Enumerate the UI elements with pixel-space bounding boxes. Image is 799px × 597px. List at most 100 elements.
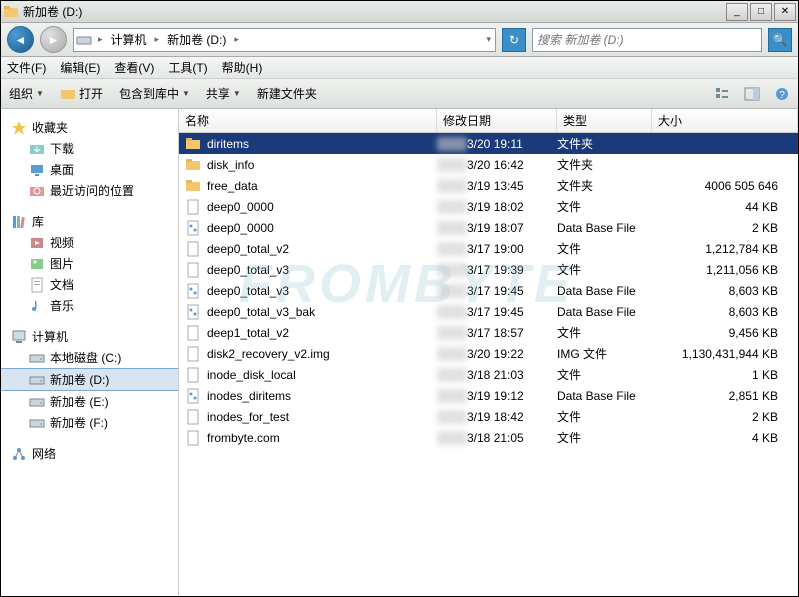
file-row[interactable]: free_data3/19 13:45文件夹4006 505 646 — [179, 175, 798, 196]
video-icon — [29, 235, 45, 251]
file-row[interactable]: deep0_00003/19 18:07Data Base File2 KB — [179, 217, 798, 238]
sidebar-item-lib-1[interactable]: 图片 — [1, 253, 178, 274]
file-size: 4 KB — [652, 431, 798, 445]
sidebar-computer[interactable]: 计算机 — [1, 326, 178, 347]
date-blur — [437, 242, 467, 256]
preview-pane-icon[interactable] — [744, 86, 760, 102]
search-box[interactable] — [532, 28, 762, 52]
file-type: Data Base File — [557, 389, 652, 403]
address-bar[interactable]: ▸ 计算机 ▸ 新加卷 (D:) ▸ ▾ — [73, 28, 496, 52]
minimize-button[interactable]: _ — [726, 3, 748, 21]
library-icon — [11, 214, 27, 230]
file-row[interactable]: inodes_diritems 3/19 19:12Data Base File2… — [179, 385, 798, 406]
share-button[interactable]: 共享▼ — [206, 85, 241, 102]
sidebar-item-comp-3[interactable]: 新加卷 (F:) — [1, 412, 178, 433]
file-row[interactable]: inodes_for_test3/19 18:42文件2 KB — [179, 406, 798, 427]
menu-help[interactable]: 帮助(H) — [222, 59, 263, 76]
search-button[interactable]: 🔍 — [768, 28, 792, 52]
sidebar-library[interactable]: 库 — [1, 211, 178, 232]
sidebar-item-lib-3[interactable]: 音乐 — [1, 295, 178, 316]
file-type: IMG 文件 — [557, 345, 652, 362]
menu-tools[interactable]: 工具(T) — [168, 59, 207, 76]
file-size: 1,212,784 KB — [652, 242, 798, 256]
date-blur — [437, 305, 467, 319]
col-size[interactable]: 大小 — [652, 109, 798, 132]
help-icon[interactable]: ? — [774, 86, 790, 102]
date-blur — [437, 200, 467, 214]
sidebar-item-comp-2[interactable]: 新加卷 (E:) — [1, 391, 178, 412]
organize-button[interactable]: 组织▼ — [9, 85, 44, 102]
file-row[interactable]: deep1_total_v23/17 18:57文件9,456 KB — [179, 322, 798, 343]
db-icon — [185, 304, 201, 320]
folder-icon — [185, 178, 201, 194]
drive-icon — [29, 372, 45, 388]
file-name: deep0_total_v3 — [207, 284, 437, 298]
date-blur — [437, 137, 467, 151]
sidebar-item-lib-2[interactable]: 文档 — [1, 274, 178, 295]
close-button[interactable]: ✕ — [774, 3, 796, 21]
menu-file[interactable]: 文件(F) — [7, 59, 46, 76]
file-row[interactable]: deep0_total_v33/17 19:45Data Base File8,… — [179, 280, 798, 301]
date-blur — [437, 389, 467, 403]
file-row[interactable]: frombyte.com3/18 21:05文件4 KB — [179, 427, 798, 448]
sidebar-item-fav-0[interactable]: 下载 — [1, 138, 178, 159]
picture-icon — [29, 256, 45, 272]
file-date: 3/17 19:39 — [467, 263, 557, 277]
breadcrumb-drive[interactable]: 新加卷 (D:) — [165, 31, 228, 48]
file-area: 名称 修改日期 类型 大小 FROMBYTE diritems3/20 19:1… — [179, 109, 798, 596]
file-row[interactable]: diritems3/20 19:11文件夹 — [179, 133, 798, 154]
column-header: 名称 修改日期 类型 大小 — [179, 109, 798, 133]
col-type[interactable]: 类型 — [557, 109, 652, 132]
address-dropdown[interactable]: ▾ — [484, 34, 493, 45]
menu-view[interactable]: 查看(V) — [114, 59, 154, 76]
col-date[interactable]: 修改日期 — [437, 109, 557, 132]
drive-icon — [29, 350, 45, 366]
file-size: 2,851 KB — [652, 389, 798, 403]
sidebar-item-label: 音乐 — [50, 297, 74, 314]
folder-icon — [185, 136, 201, 152]
sidebar-item-comp-1[interactable]: 新加卷 (D:) — [1, 368, 178, 391]
file-icon — [185, 430, 201, 446]
sidebar-favorites[interactable]: 收藏夹 — [1, 117, 178, 138]
view-options-icon[interactable] — [714, 86, 730, 102]
file-date: 3/20 19:11 — [467, 137, 557, 151]
maximize-button[interactable]: □ — [750, 3, 772, 21]
file-size: 1,130,431,944 KB — [652, 347, 798, 361]
sidebar-item-fav-1[interactable]: 桌面 — [1, 159, 178, 180]
file-name: inodes_diritems — [207, 389, 437, 403]
file-size: 8,603 KB — [652, 284, 798, 298]
menu-bar: 文件(F) 编辑(E) 查看(V) 工具(T) 帮助(H) — [1, 57, 798, 79]
sidebar-item-fav-2[interactable]: 最近访问的位置 — [1, 180, 178, 201]
col-name[interactable]: 名称 — [179, 109, 437, 132]
include-button[interactable]: 包含到库中▼ — [119, 85, 190, 102]
file-row[interactable]: deep0_total_v33/17 19:39文件1,211,056 KB — [179, 259, 798, 280]
refresh-button[interactable]: ↻ — [502, 28, 526, 52]
file-row[interactable]: disk_info3/20 16:42文件夹 — [179, 154, 798, 175]
file-date: 3/19 19:12 — [467, 389, 557, 403]
open-button[interactable]: 打开 — [60, 85, 103, 102]
menu-edit[interactable]: 编辑(E) — [60, 59, 100, 76]
file-name: disk2_recovery_v2.img — [207, 347, 437, 361]
file-type: 文件夹 — [557, 177, 652, 194]
file-list[interactable]: FROMBYTE diritems3/20 19:11文件夹disk_info3… — [179, 133, 798, 596]
file-row[interactable]: deep0_total_v23/17 19:00文件1,212,784 KB — [179, 238, 798, 259]
date-blur — [437, 284, 467, 298]
file-type: Data Base File — [557, 221, 652, 235]
network-icon — [11, 446, 27, 462]
sidebar-item-label: 本地磁盘 (C:) — [50, 349, 121, 366]
search-input[interactable] — [537, 33, 757, 47]
file-row[interactable]: deep0_total_v3_bak3/17 19:45Data Base Fi… — [179, 301, 798, 322]
file-name: deep0_total_v3 — [207, 263, 437, 277]
sidebar-item-lib-0[interactable]: 视频 — [1, 232, 178, 253]
forward-button[interactable]: ► — [40, 26, 67, 53]
file-row[interactable]: disk2_recovery_v2.img3/20 19:22IMG 文件1,1… — [179, 343, 798, 364]
sidebar-item-comp-0[interactable]: 本地磁盘 (C:) — [1, 347, 178, 368]
breadcrumb-computer[interactable]: 计算机 — [109, 31, 149, 48]
newfolder-button[interactable]: 新建文件夹 — [257, 85, 317, 102]
file-type: Data Base File — [557, 305, 652, 319]
back-button[interactable]: ◄ — [7, 26, 34, 53]
file-row[interactable]: inode_disk_local3/18 21:03文件1 KB — [179, 364, 798, 385]
file-type: 文件 — [557, 429, 652, 446]
sidebar-network[interactable]: 网络 — [1, 443, 178, 464]
file-row[interactable]: deep0_00003/19 18:02文件44 KB — [179, 196, 798, 217]
